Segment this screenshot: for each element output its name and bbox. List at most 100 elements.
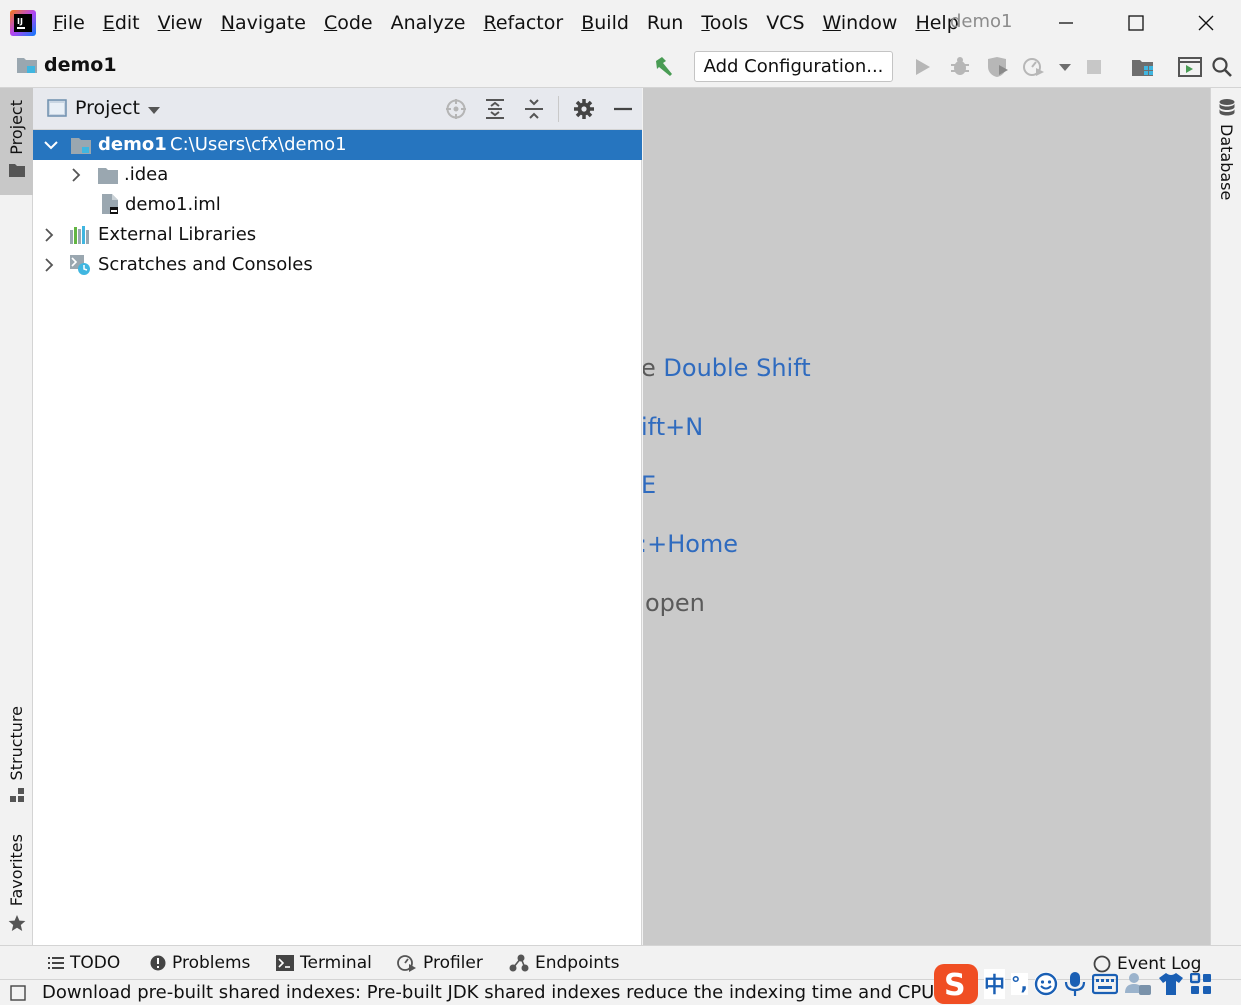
module-folder-icon [71, 138, 91, 154]
expand-all-button[interactable] [482, 96, 508, 122]
status-message[interactable]: Download pre-built shared indexes: Pre-b… [42, 982, 979, 1003]
structure-tool-tab[interactable]: Structure [0, 700, 33, 810]
scratches-icon [70, 255, 90, 275]
star-icon [8, 915, 25, 932]
menu-code[interactable]: Code [315, 12, 382, 34]
hide-panel-button[interactable] [610, 96, 636, 122]
tree-row-demo1[interactable]: demo1 C:\Users\cfx\demo1 [33, 130, 642, 160]
menu-window[interactable]: Window [814, 12, 907, 34]
favorites-tab-label: Favorites [7, 834, 26, 907]
breadcrumb[interactable]: demo1 [16, 54, 117, 76]
profiler-tab[interactable]: Profiler [397, 953, 483, 973]
menu-view[interactable]: View [149, 12, 212, 34]
sogou-logo-icon[interactable]: S [934, 962, 978, 1005]
grid-menu-icon[interactable] [1189, 972, 1212, 995]
run-icon [916, 59, 930, 75]
hint-text: e [643, 354, 664, 382]
ime-toolbar: S 中 °, [934, 962, 1241, 1005]
menu-build[interactable]: Build [572, 12, 638, 34]
project-structure-button[interactable] [1130, 55, 1156, 79]
menu-analyze[interactable]: Analyze [382, 12, 475, 34]
project-tab-label: Project [7, 100, 26, 155]
minimize-icon [1059, 22, 1073, 24]
build-button[interactable] [651, 55, 677, 79]
tree-row-iml[interactable]: demo1.iml [33, 190, 642, 220]
coverage-button[interactable] [985, 55, 1011, 79]
menu-mnemonic: W [822, 12, 841, 34]
close-button[interactable] [1171, 0, 1241, 46]
tree-label: demo1 [98, 134, 167, 155]
run-button[interactable] [909, 55, 935, 79]
hint-shortcut: ift+N [643, 413, 704, 441]
endpoints-icon [509, 954, 529, 972]
debug-button[interactable] [947, 55, 973, 79]
panel-settings-button[interactable] [571, 96, 597, 122]
collapse-all-button[interactable] [521, 96, 547, 122]
user-settings-icon[interactable] [1124, 971, 1152, 997]
toggle-tool-windows-icon[interactable] [10, 985, 26, 1001]
maximize-button[interactable] [1101, 0, 1171, 46]
hint-shortcut: Double Shift [663, 354, 811, 382]
run-anything-button[interactable] [1177, 55, 1203, 79]
menu-vcs[interactable]: VCS [757, 12, 813, 34]
project-name: demo1 [44, 54, 117, 76]
menu-navigate[interactable]: Navigate [212, 12, 315, 34]
menu-mnemonic: E [102, 12, 115, 34]
expand-all-icon [486, 99, 504, 119]
shield-run-icon [988, 57, 1008, 77]
terminal-tab-label: Terminal [300, 953, 372, 973]
hint-shortcut: E [643, 471, 657, 499]
gear-icon [574, 99, 594, 119]
project-panel: Project demo1 C:\Users\cfx\demo1 .idea d… [33, 88, 642, 945]
menu-label: VCS [766, 12, 805, 34]
chevron-down-icon[interactable] [147, 105, 161, 115]
project-view-icon [47, 99, 67, 117]
chevron-right-icon[interactable] [41, 257, 57, 273]
chevron-right-icon[interactable] [41, 227, 57, 243]
tree-row-scratches[interactable]: Scratches and Consoles [33, 250, 642, 280]
header-divider [558, 96, 559, 122]
profile-button[interactable] [1021, 55, 1047, 79]
project-panel-title[interactable]: Project [75, 97, 140, 119]
terminal-window-icon [1178, 57, 1202, 77]
chevron-down-icon[interactable] [43, 137, 59, 153]
minimize-button[interactable] [1031, 0, 1101, 46]
menu-tools[interactable]: Tools [692, 12, 757, 34]
tree-row-idea[interactable]: .idea [33, 160, 642, 190]
hint-navigation-bar: :+Home [643, 530, 738, 558]
menu-mnemonic: N [220, 12, 235, 34]
menu-refactor[interactable]: Refactor [474, 12, 572, 34]
select-opened-file-button[interactable] [443, 96, 469, 122]
ime-punctuation-indicator[interactable]: °, [1011, 972, 1028, 995]
folder-icon [98, 168, 118, 184]
skin-shirt-icon[interactable] [1158, 972, 1184, 996]
chevron-right-icon[interactable] [68, 167, 84, 183]
microphone-icon[interactable] [1064, 971, 1086, 997]
terminal-tab[interactable]: Terminal [276, 953, 372, 973]
problems-tab[interactable]: Problems [150, 953, 250, 973]
project-structure-icon [1132, 60, 1153, 76]
menu-edit[interactable]: Edit [94, 12, 149, 34]
add-configuration-button[interactable]: Add Configuration... [694, 51, 893, 82]
tree-label: External Libraries [98, 224, 257, 245]
menu-file[interactable]: File [44, 12, 94, 34]
keyboard-icon[interactable] [1091, 973, 1118, 995]
hint-recent-files: E [643, 471, 656, 499]
endpoints-tab[interactable]: Endpoints [509, 953, 620, 973]
stop-button[interactable] [1081, 55, 1107, 79]
favorites-tool-tab[interactable]: Favorites [0, 828, 33, 938]
tree-row-external-libraries[interactable]: External Libraries [33, 220, 642, 250]
run-options-dropdown[interactable] [1052, 55, 1078, 79]
navigation-bar: demo1 Add Configuration... [0, 46, 1241, 88]
search-everywhere-button[interactable] [1209, 55, 1235, 79]
right-tool-strip: Database [1210, 88, 1241, 945]
ime-mode-indicator[interactable]: 中 [984, 968, 1005, 999]
tree-label: demo1.iml [125, 194, 221, 215]
todo-tab[interactable]: TODO [48, 953, 120, 973]
project-tool-tab[interactable]: Project [0, 88, 33, 195]
menu-run[interactable]: Run [638, 12, 692, 34]
profiler-icon [397, 955, 416, 972]
menu-bar: File Edit View Navigate Code Analyze Refactor B… [44, 0, 968, 46]
emoji-icon[interactable] [1033, 971, 1058, 996]
database-tool-tab[interactable]: Database [1211, 98, 1241, 200]
